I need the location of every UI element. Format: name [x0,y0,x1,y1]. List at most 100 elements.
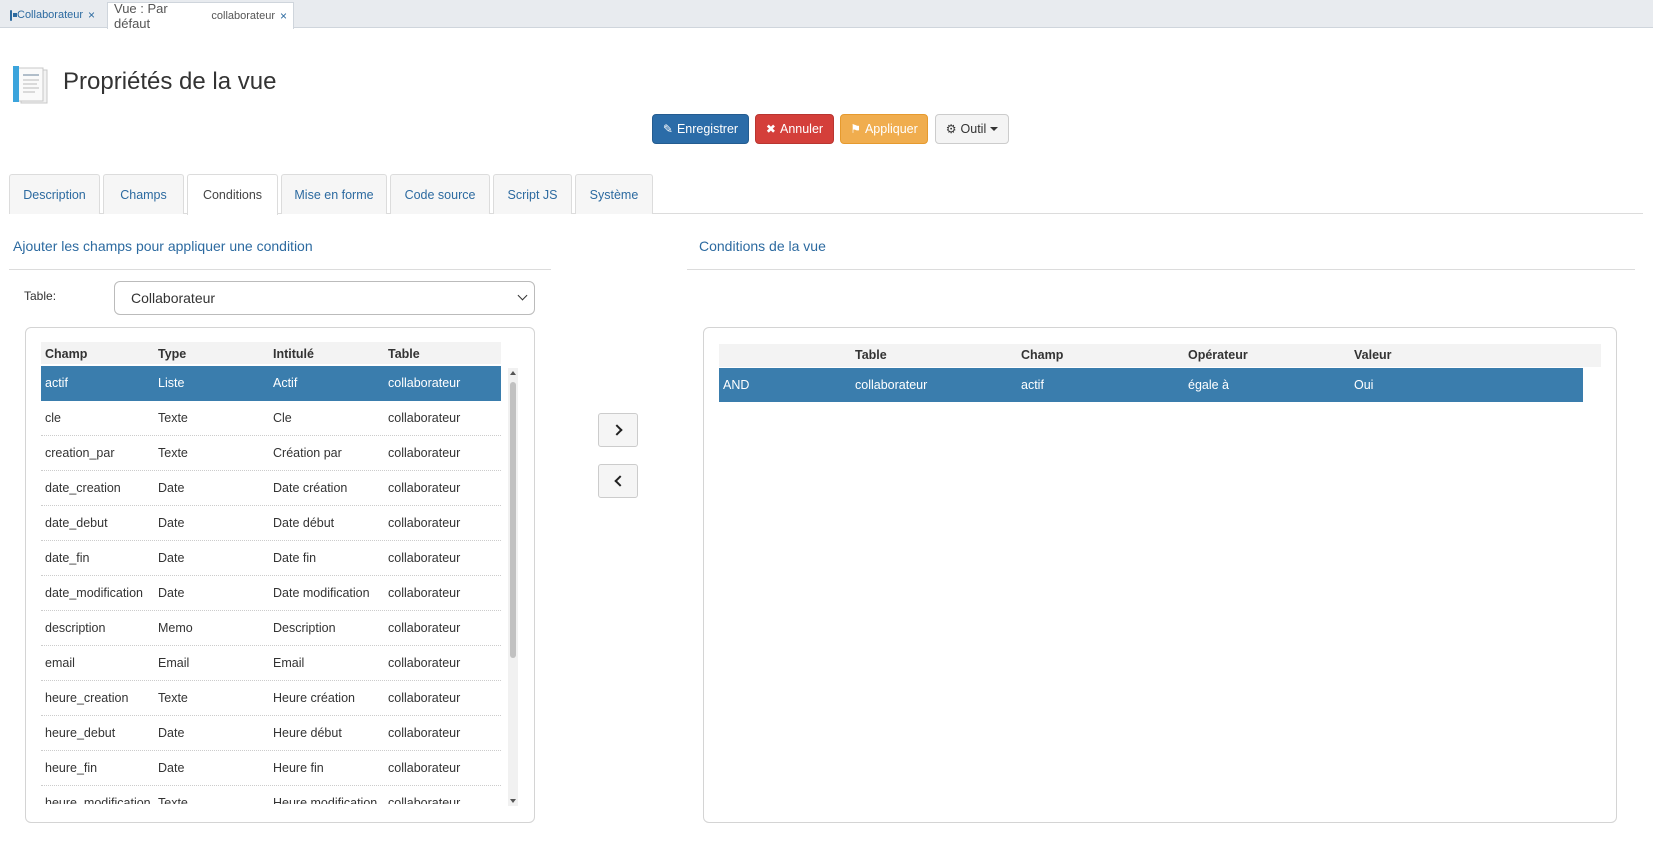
view-conditions-title: Conditions de la vue [699,238,826,254]
field-name: date_debut [45,516,108,530]
column-header-table: Table [855,348,887,362]
chevron-down-icon [517,290,528,301]
chevron-right-icon [610,424,623,436]
divider [9,269,551,270]
tab-code-source[interactable]: Code source [390,174,490,214]
property-tabs: Description Champs Conditions Mise en fo… [9,174,1643,215]
page-title: Propriétés de la vue [63,68,277,95]
tab-systeme[interactable]: Système [575,174,653,214]
tab-script-js[interactable]: Script JS [493,174,572,214]
field-table: collaborateur [388,411,461,425]
table-row[interactable]: description Memo Description collaborateur [41,611,501,646]
table-row[interactable]: date_modification Date Date modification co… [41,576,501,611]
divider [687,269,1635,270]
field-type: Date [158,481,185,495]
table-label: Table: [24,289,57,303]
add-fields-title: Ajouter les champs pour appliquer une co… [13,238,313,254]
conditions-panel: Table Champ Opérateur Valeur AND collabo… [703,327,1617,823]
field-type: Memo [158,621,193,635]
table-select-value: Collaborateur [131,290,216,306]
field-name: heure_creation [45,691,129,705]
condition-table: collaborateur [855,378,928,392]
field-type: Date [158,516,185,530]
column-header-table: Table [388,347,420,361]
table-row[interactable]: actif Liste Actif collaborateur [41,366,501,401]
scrollbar-thumb[interactable] [510,382,516,658]
field-label: Création par [273,446,342,460]
field-name: email [45,656,75,670]
field-name: heure_modification [45,796,151,804]
table-row[interactable]: heure_creation Texte Heure création collabo… [41,681,501,716]
field-type: Texte [158,446,188,460]
table-row[interactable]: cle Texte Cle collaborateur [41,401,501,436]
field-type: Texte [158,691,188,705]
field-table: collaborateur [388,551,461,565]
window-tab-vue[interactable]: Vue : Par défaut collaborateur × [107,1,294,31]
table-select[interactable]: Collaborateur [114,281,535,315]
field-label: Date modification [273,586,370,600]
column-header-type: Type [158,347,187,361]
window-tab-bar: Collaborateur × Vue : Par défaut collabo… [0,0,1653,31]
field-type: Date [158,551,185,565]
caret-down-icon [990,127,999,131]
window-tab-label: Collaborateur [17,9,84,21]
field-table: collaborateur [388,726,461,740]
tab-description[interactable]: Description [9,174,100,214]
table-row[interactable]: date_fin Date Date fin collaborateur [41,541,501,576]
field-label: Description [273,621,336,635]
tab-champs[interactable]: Champs [103,174,184,214]
table-row[interactable]: heure_fin Date Heure fin collaborateur [41,751,501,786]
tab-conditions[interactable]: Conditions [187,174,278,215]
tool-button-label: Outil [960,122,987,136]
field-type: Date [158,761,185,775]
condition-field: actif [1021,378,1044,392]
remove-condition-button[interactable] [598,464,638,498]
window-tab-sublabel: collaborateur [211,10,275,22]
table-row[interactable]: date_creation Date Date création collaborat… [41,471,501,506]
table-row[interactable]: heure_debut Date Heure début collaborateur [41,716,501,751]
window-tab-label: Vue : Par défaut [114,1,168,31]
table-row[interactable]: creation_par Texte Création par collaborate… [41,436,501,471]
field-type: Email [158,656,190,670]
field-name: heure_debut [45,726,116,740]
field-type: Texte [158,796,188,804]
field-name: cle [45,411,61,425]
condition-operator: égale à [1188,378,1230,392]
field-table: collaborateur [388,446,461,460]
apply-button[interactable]: ⚑ Appliquer [840,114,928,144]
window-icon [10,9,17,21]
add-condition-button[interactable] [598,413,638,447]
table-row[interactable]: email Email Email collaborateur [41,646,501,681]
flag-icon: ⚑ [850,122,861,136]
cancel-button[interactable]: ✖ Annuler [755,114,834,144]
field-label: Heure création [273,691,355,705]
column-header-champ: Champ [1021,348,1064,362]
window-tab-collaborateur[interactable]: Collaborateur × [4,2,99,28]
field-name: actif [45,376,68,390]
field-type: Date [158,586,185,600]
field-name: date_modification [45,586,143,600]
close-icon[interactable]: × [88,8,95,22]
field-table: collaborateur [388,796,461,804]
tool-dropdown-button[interactable]: ⚙ Outil [935,114,1009,144]
column-header-operateur: Opérateur [1188,348,1248,362]
fields-scrollbar[interactable] [508,368,518,806]
field-name: creation_par [45,446,115,460]
close-icon[interactable]: × [280,9,287,23]
table-row[interactable]: heure_modification Texte Heure modificatio… [41,786,501,804]
scroll-down-icon[interactable] [510,799,516,803]
condition-row[interactable]: AND collaborateur actif égale à Oui [719,368,1583,402]
field-table: collaborateur [388,691,461,705]
cancel-button-label: Annuler [779,122,824,136]
save-button[interactable]: ✎ Enregistrer [652,114,749,144]
check-edit-icon: ✎ [662,122,673,136]
condition-value: Oui [1354,378,1374,392]
column-header-valeur: Valeur [1354,348,1392,362]
field-table: collaborateur [388,761,461,775]
close-icon: ✖ [765,122,776,136]
table-row[interactable]: date_debut Date Date début collaborateur [41,506,501,541]
scroll-up-icon[interactable] [510,371,516,375]
field-name: date_fin [45,551,90,565]
fields-panel: Champ Type Intitulé Table actif Liste Acti… [25,327,535,823]
tab-mise-en-forme[interactable]: Mise en forme [281,174,387,214]
